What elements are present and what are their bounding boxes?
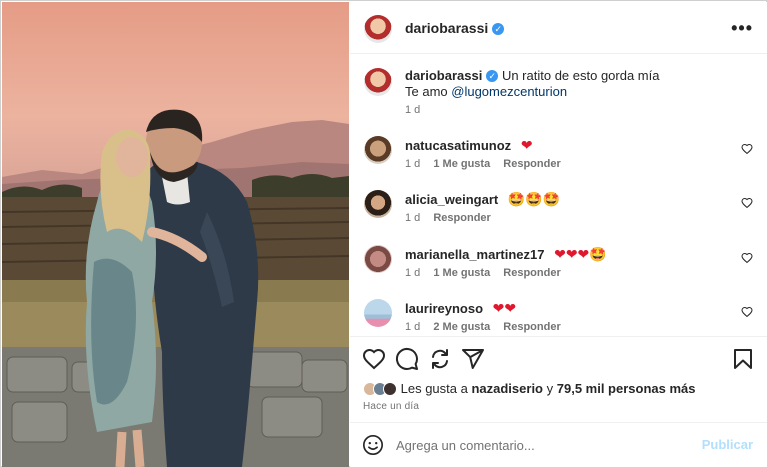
comment-avatar[interactable] [364, 190, 392, 218]
comment-username[interactable]: laurireynoso [405, 301, 483, 316]
comment-meta: 1 d Responder [405, 212, 501, 224]
comment-avatar[interactable] [364, 136, 392, 164]
comment-item: natucasatimunoz ❤ [405, 138, 533, 154]
comment-input[interactable] [396, 435, 696, 455]
comment-text: ❤❤❤🤩 [554, 247, 607, 263]
post-header: dariobarassi ✓ ••• [350, 2, 767, 54]
author-avatar[interactable] [364, 15, 392, 43]
comment-icon[interactable] [395, 347, 419, 371]
comment-username[interactable]: natucasatimunoz [405, 138, 511, 153]
share-icon[interactable] [428, 347, 452, 371]
author-name[interactable]: dariobarassi [405, 20, 488, 36]
comment-meta: 1 d 1 Me gusta Responder [405, 158, 571, 170]
comment-text: ❤ [520, 138, 533, 154]
likes-count[interactable]: 79,5 mil personas más [557, 381, 696, 396]
emoji-icon[interactable] [362, 434, 384, 456]
publish-button[interactable]: Publicar [702, 437, 753, 452]
comment-meta: 1 d 2 Me gusta Responder [405, 321, 571, 333]
comment-likes[interactable]: 1 Me gusta [433, 158, 490, 170]
caption-author[interactable]: dariobarassi [405, 68, 482, 83]
likes-user[interactable]: nazadiserio [471, 381, 543, 396]
caption-mention[interactable]: @lugomezcenturion [451, 84, 567, 99]
verified-badge-icon: ✓ [486, 70, 499, 82]
comments-list[interactable]: dariobarassi ✓ Un ratito de esto gorda mí… [350, 54, 767, 336]
comment-avatar[interactable] [364, 299, 392, 327]
bookmark-icon[interactable] [731, 347, 755, 371]
heart-icon[interactable] [362, 347, 386, 371]
comment-time[interactable]: 1 d [405, 321, 420, 333]
add-comment-bar: Publicar [350, 422, 767, 467]
comment-likes[interactable]: 2 Me gusta [433, 321, 490, 333]
more-options-icon[interactable]: ••• [731, 18, 753, 39]
comment-username[interactable]: alicia_weingart [405, 192, 498, 207]
comment-time[interactable]: 1 d [405, 158, 420, 170]
comment-text: 🤩🤩🤩 [507, 192, 561, 208]
liker-avatar [383, 382, 397, 396]
comment-item: laurireynoso ❤❤ [405, 301, 516, 317]
comment-like-heart-icon[interactable] [741, 252, 753, 264]
caption-line2: Te amo [405, 84, 448, 99]
post-timestamp[interactable]: Hace un día [363, 401, 419, 412]
caption-meta: 1 d [405, 104, 430, 116]
caption-time[interactable]: 1 d [405, 104, 420, 116]
comment-text: ❤❤ [492, 301, 517, 317]
comment-likes[interactable]: 1 Me gusta [433, 267, 490, 279]
comment-like-heart-icon[interactable] [741, 197, 753, 209]
reply-button[interactable]: Responder [433, 212, 490, 224]
comment-time[interactable]: 1 d [405, 267, 420, 279]
send-icon[interactable] [461, 347, 485, 371]
reply-button[interactable]: Responder [503, 321, 560, 333]
caption-author-avatar[interactable] [364, 68, 392, 96]
reply-button[interactable]: Responder [503, 267, 560, 279]
post-modal: dariobarassi ✓ ••• dariobarassi ✓ Un ratit… [0, 0, 767, 467]
comment-meta: 1 d 1 Me gusta Responder [405, 267, 571, 279]
comment-item: alicia_weingart 🤩🤩🤩 [405, 192, 560, 208]
comment-like-heart-icon[interactable] [741, 306, 753, 318]
comment-avatar[interactable] [364, 245, 392, 273]
author-username[interactable]: dariobarassi ✓ [405, 20, 505, 36]
reply-button[interactable]: Responder [503, 158, 560, 170]
likes-conjunction: y [546, 381, 554, 396]
comment-item: marianella_martinez17 ❤❤❤🤩 [405, 247, 607, 263]
photo-illustration [2, 2, 349, 467]
comment-username[interactable]: marianella_martinez17 [405, 247, 544, 262]
likes-prefix: Les gusta a [400, 381, 468, 396]
verified-badge-icon: ✓ [492, 23, 505, 35]
liker-avatars [363, 381, 401, 396]
caption-text: Un ratito de esto gorda mía [501, 68, 660, 83]
comment-time[interactable]: 1 d [405, 212, 420, 224]
comment-like-heart-icon[interactable] [741, 143, 753, 155]
post-photo[interactable] [2, 2, 349, 467]
likes-summary[interactable]: Les gusta a nazadiserio y 79,5 mil perso… [363, 381, 696, 396]
caption: dariobarassi ✓ Un ratito de esto gorda mí… [405, 68, 745, 100]
post-detail-panel: dariobarassi ✓ ••• dariobarassi ✓ Un ratit… [350, 2, 767, 467]
